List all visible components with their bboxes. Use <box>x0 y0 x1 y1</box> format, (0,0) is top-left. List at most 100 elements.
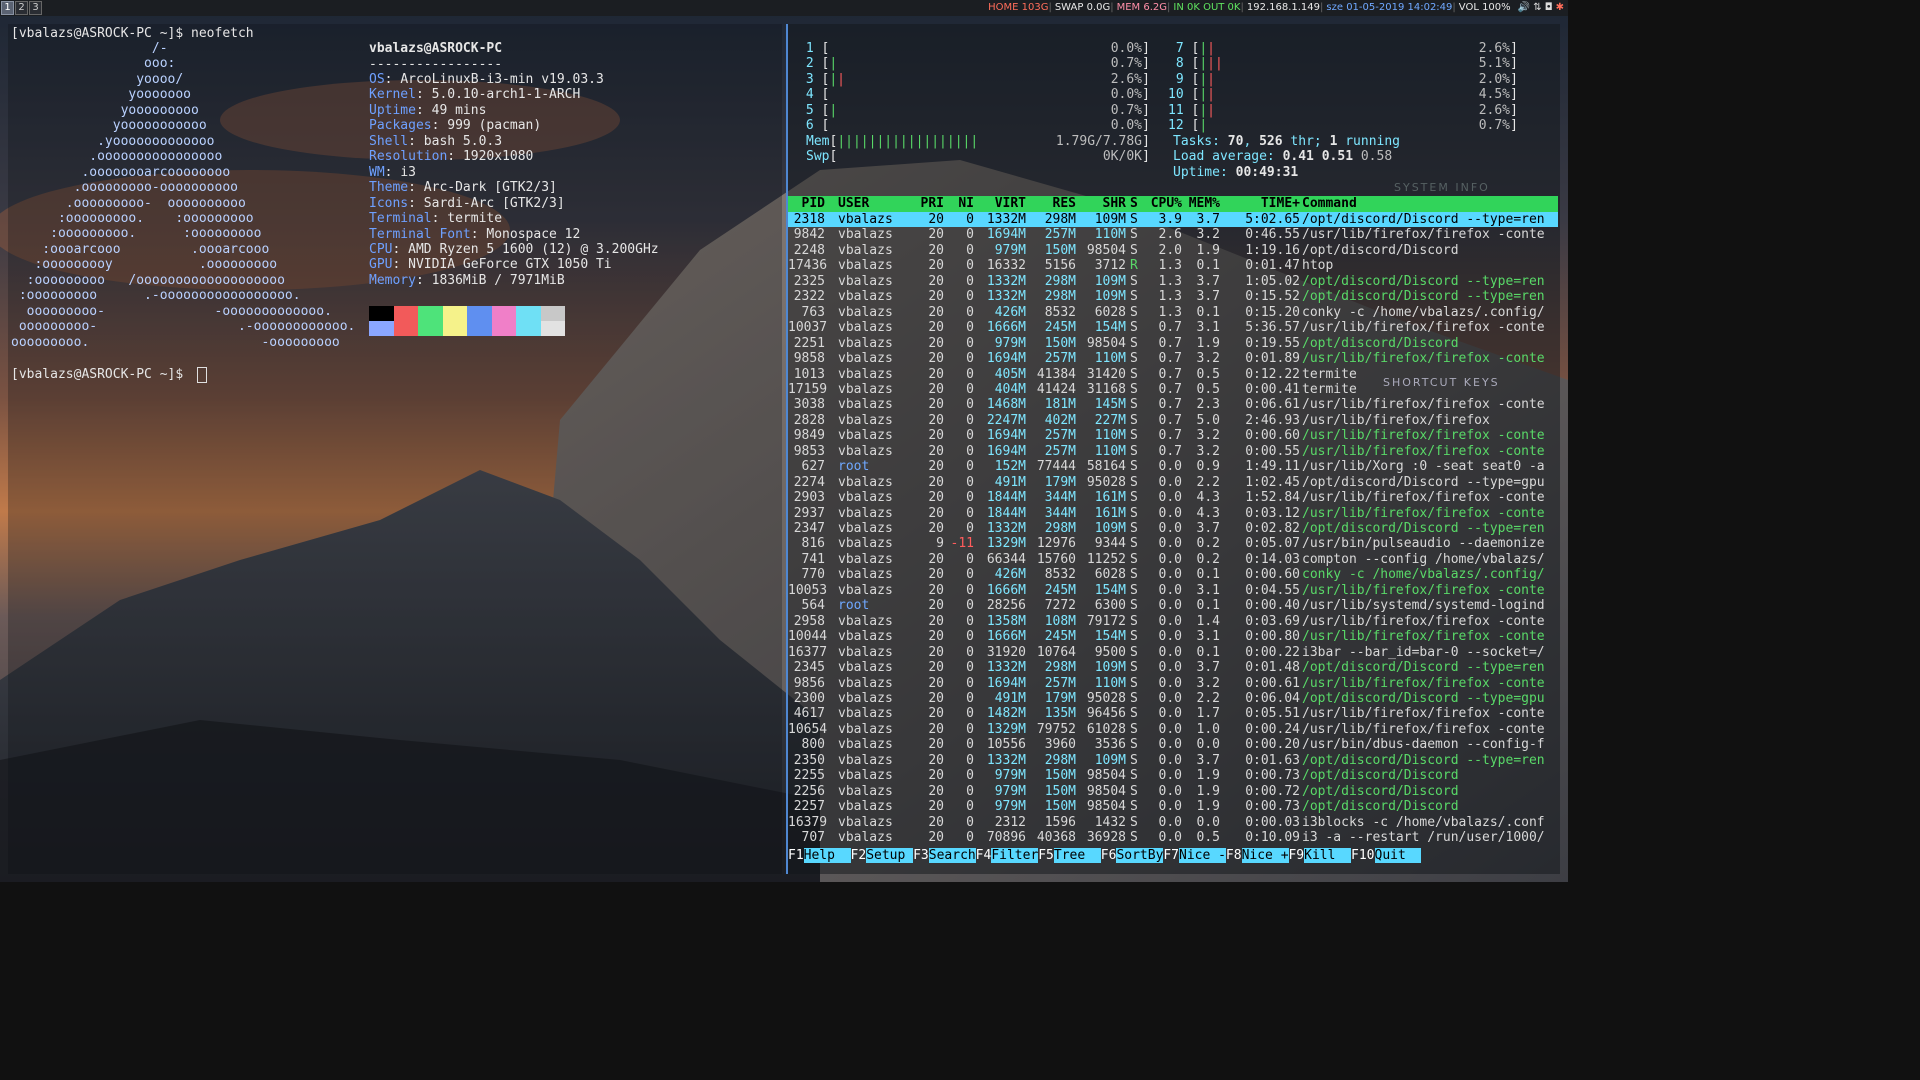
process-cell: 298M <box>1044 273 1076 289</box>
process-row[interactable]: 2347 vbalazs 20 0 1332M 298M 109M S 0.0 3.7 0:02.8… <box>788 521 1558 536</box>
process-row[interactable]: 9853 vbalazs 20 0 1694M 257M 110M S 0.7 3.2 0:00.5… <box>788 444 1558 459</box>
network-icon[interactable]: ⇅ <box>1533 2 1541 13</box>
function-key-f6[interactable]: F6SortBy <box>1101 848 1164 864</box>
process-row[interactable]: 2248 vbalazs 20 0 979M 150M 98504 S 2.0 1.9 1:19.1… <box>788 243 1558 258</box>
process-row[interactable]: 2274 vbalazs 20 0 491M 179M 95028 S 0.0 2.2 1:02.4… <box>788 475 1558 490</box>
process-row[interactable]: 17436 vbalazs 20 0 16332 5156 3712 R 1.3 0.1 0:01.… <box>788 258 1558 273</box>
process-row[interactable]: 800 vbalazs 20 0 10556 3960 3536 S 0.0 0.0 0:00.20… <box>788 737 1558 752</box>
process-row[interactable]: 564 root 20 0 28256 7272 6300 S 0.0 0.1 0:00.40/us… <box>788 598 1558 613</box>
process-row[interactable]: 707 vbalazs 20 0 70896 40368 36928 S 0.0 0.5 0:10.… <box>788 830 1558 845</box>
function-key-code: F9 <box>1288 848 1305 863</box>
column-header-cpu[interactable]: CPU% <box>1142 196 1182 211</box>
cpu-bracket: [ <box>821 118 830 134</box>
process-row[interactable]: 2345 vbalazs 20 0 1332M 298M 109M S 0.0 3.7 0:01.4… <box>788 660 1558 675</box>
function-key-f4[interactable]: F4Filter <box>976 848 1039 864</box>
ascii-logo-line: /- <box>11 41 168 56</box>
column-header-pri[interactable]: PRI <box>914 196 944 211</box>
column-header-res[interactable]: RES <box>1026 196 1076 211</box>
process-cell: 1.3 <box>1158 304 1182 320</box>
process-row[interactable]: 10654 vbalazs 20 0 1329M 79752 61028 S 0.0 1.0 0:0… <box>788 722 1558 737</box>
process-row[interactable]: 9858 vbalazs 20 0 1694M 257M 110M S 0.7 3.2 0:01.8… <box>788 351 1558 366</box>
process-cell: /opt/discord/Discord --type=ren <box>1302 660 1545 676</box>
process-row[interactable]: 2322 vbalazs 20 0 1332M 298M 109M S 1.3 3.7 0:15.5… <box>788 289 1558 304</box>
process-row[interactable]: 9842 vbalazs 20 0 1694M 257M 110M S 2.6 3.2 0:46.5… <box>788 227 1558 242</box>
process-cell: 2345 <box>793 660 825 676</box>
process-row[interactable]: 10037 vbalazs 20 0 1666M 245M 154M S 0.7 3.1 5:36.… <box>788 320 1558 335</box>
process-row[interactable]: 2300 vbalazs 20 0 491M 179M 95028 S 0.0 2.2 0:06.0… <box>788 691 1558 706</box>
function-key-f8[interactable]: F8Nice + <box>1226 848 1289 864</box>
function-key-f5[interactable]: F5Tree <box>1038 848 1101 864</box>
process-cell: 0:06.04 <box>1245 690 1300 706</box>
process-cell: 2937 <box>793 505 825 521</box>
process-row[interactable]: 2350 vbalazs 20 0 1332M 298M 109M S 0.0 3.7 0:01.6… <box>788 753 1558 768</box>
function-key-f1[interactable]: F1Help <box>788 848 851 864</box>
process-row[interactable]: 2257 vbalazs 20 0 979M 150M 98504 S 0.0 1.9 0:00.7… <box>788 799 1558 814</box>
process-cell: 3.2 <box>1196 443 1220 459</box>
process-cell: 0 <box>966 212 974 227</box>
process-row[interactable]: 2937 vbalazs 20 0 1844M 344M 161M S 0.0 4.3 0:03.1… <box>788 506 1558 521</box>
column-header-time[interactable]: TIME+ <box>1220 196 1300 211</box>
column-header-virt[interactable]: VIRT <box>974 196 1026 211</box>
function-key-f3[interactable]: F3Search <box>913 848 976 864</box>
process-row[interactable]: 741 vbalazs 20 0 66344 15760 11252 S 0.0 0.2 0:14.… <box>788 552 1558 567</box>
column-header-user[interactable]: USER <box>838 196 918 211</box>
workspace-button-1[interactable]: 1 <box>1 1 14 15</box>
process-cell: 9344 <box>1094 536 1126 552</box>
process-row[interactable]: 816 vbalazs 9 -11 1329M 12976 9344 S 0.0 0.2 0:05.… <box>788 536 1558 551</box>
meter-bracket: ] <box>1142 149 1150 165</box>
process-cell: 0.5 <box>1196 366 1220 382</box>
workspace-button-2[interactable]: 2 <box>15 1 28 15</box>
terminal-htop[interactable]: 1 [0.0%] 2 [| 0.7%] 3 [|| 2.6%] 4 [0.0%] 5… <box>786 24 1560 874</box>
column-header-s[interactable]: S <box>1130 196 1140 211</box>
process-row[interactable]: 16377 vbalazs 20 0 31920 10764 9500 S 0.0 0.1 0:00… <box>788 645 1558 660</box>
info-colon: : <box>392 257 409 273</box>
process-row[interactable]: 763 vbalazs 20 0 426M 8532 6028 S 1.3 0.1 0:15.20 c… <box>788 305 1558 320</box>
column-header-command[interactable]: Command <box>1302 196 1558 211</box>
column-header-shr[interactable]: SHR <box>1076 196 1126 211</box>
process-cell: 3.2 <box>1196 675 1220 691</box>
column-header-ni[interactable]: NI <box>944 196 974 211</box>
process-table-header[interactable]: PID USER PRI NI VIRT RES SHR S CPU% MEM% TIME+ Comm… <box>788 196 1558 212</box>
process-row[interactable]: 2903 vbalazs 20 0 1844M 344M 161M S 0.0 4.3 1:52.8… <box>788 490 1558 505</box>
process-row[interactable]: 2325 vbalazs 20 0 1332M 298M 109M S 1.3 3.7 1:05.0… <box>788 274 1558 289</box>
process-row[interactable]: 10044 vbalazs 20 0 1666M 245M 154M S 0.0 3.1 0:00.… <box>788 629 1558 644</box>
process-row[interactable]: 9856 vbalazs 20 0 1694M 257M 110M S 0.0 3.2 0:00.6… <box>788 676 1558 691</box>
process-cell: 109M <box>1094 521 1126 536</box>
speaker-icon[interactable]: 🔊 <box>1518 2 1530 13</box>
process-cell: vbalazs <box>838 242 893 258</box>
function-key-f9[interactable]: F9Kill <box>1288 848 1352 864</box>
process-row[interactable]: 16379 vbalazs 20 0 2312 1596 1432 S 0.0 0.0 0:00.0… <box>788 815 1558 830</box>
info-value: 999 (pacman) <box>447 118 542 134</box>
process-row[interactable]: 770 vbalazs 20 0 426M 8532 6028 S 0.0 0.1 0:00.60 c… <box>788 567 1558 582</box>
process-row[interactable]: 627 root 20 0 152M 77444 58164 S 0.0 0.9 1:49.11/u… <box>788 459 1558 474</box>
workspace-button-3[interactable]: 3 <box>29 1 42 15</box>
process-row[interactable]: 10053 vbalazs 20 0 1666M 245M 154M S 0.0 3.1 0:04.… <box>788 583 1558 598</box>
volume-block[interactable]: VOL 100% <box>1459 2 1511 13</box>
process-row[interactable]: 2828 vbalazs 20 0 2247M 402M 227M S 0.7 5.0 2:46.9… <box>788 413 1558 428</box>
process-row[interactable]: 2958 vbalazs 20 0 1358M 108M 79172 S 0.0 1.4 0:03.… <box>788 614 1558 629</box>
function-key-f10[interactable]: F10Quit <box>1351 848 1422 864</box>
color-swatch <box>442 306 467 321</box>
process-row[interactable]: 4617 vbalazs 20 0 1482M 135M 96456 S 0.0 1.7 0:05.… <box>788 706 1558 721</box>
process-cell: 1.9 <box>1196 768 1220 784</box>
process-row[interactable]: 2256 vbalazs 20 0 979M 150M 98504 S 0.0 1.9 0:00.7… <box>788 784 1558 799</box>
column-header-mem[interactable]: MEM% <box>1184 196 1220 211</box>
process-row[interactable]: 2251 vbalazs 20 0 979M 150M 98504 S 0.7 1.9 0:19.5… <box>788 336 1558 351</box>
process-cell: 0.7 <box>1158 381 1182 397</box>
color-swatch <box>467 321 492 336</box>
process-row[interactable]: 9849 vbalazs 20 0 1694M 257M 110M S 0.7 3.2 0:00.6… <box>788 428 1558 443</box>
function-key-f2[interactable]: F2Setup <box>851 848 914 864</box>
function-key-f7[interactable]: F7Nice - <box>1163 848 1226 864</box>
process-row[interactable]: 2255 vbalazs 20 0 979M 150M 98504 S 0.0 1.9 0:00.7… <box>788 768 1558 783</box>
process-row[interactable]: 3038 vbalazs 20 0 1468M 181M 145M S 0.7 2.3 0:06.6… <box>788 397 1558 412</box>
column-header-pid[interactable]: PID <box>788 196 825 211</box>
terminal-neofetch[interactable]: [vbalazs@ASROCK-PC ~]$ neofetch /- ooo: … <box>8 24 782 874</box>
process-cell: 0 <box>966 814 974 830</box>
process-cell: 0 <box>966 613 974 629</box>
settings-icon[interactable]: ✱ <box>1556 2 1564 13</box>
color-swatch <box>491 306 516 321</box>
process-row[interactable]: 2318 vbalazs 20 0 1332M 298M 109M S 3.9 3.7 5:02.6… <box>788 212 1558 228</box>
gamepad-icon[interactable]: ◘ <box>1545 2 1553 13</box>
process-cell: 0 <box>966 706 974 722</box>
process-cell: vbalazs <box>838 351 893 367</box>
